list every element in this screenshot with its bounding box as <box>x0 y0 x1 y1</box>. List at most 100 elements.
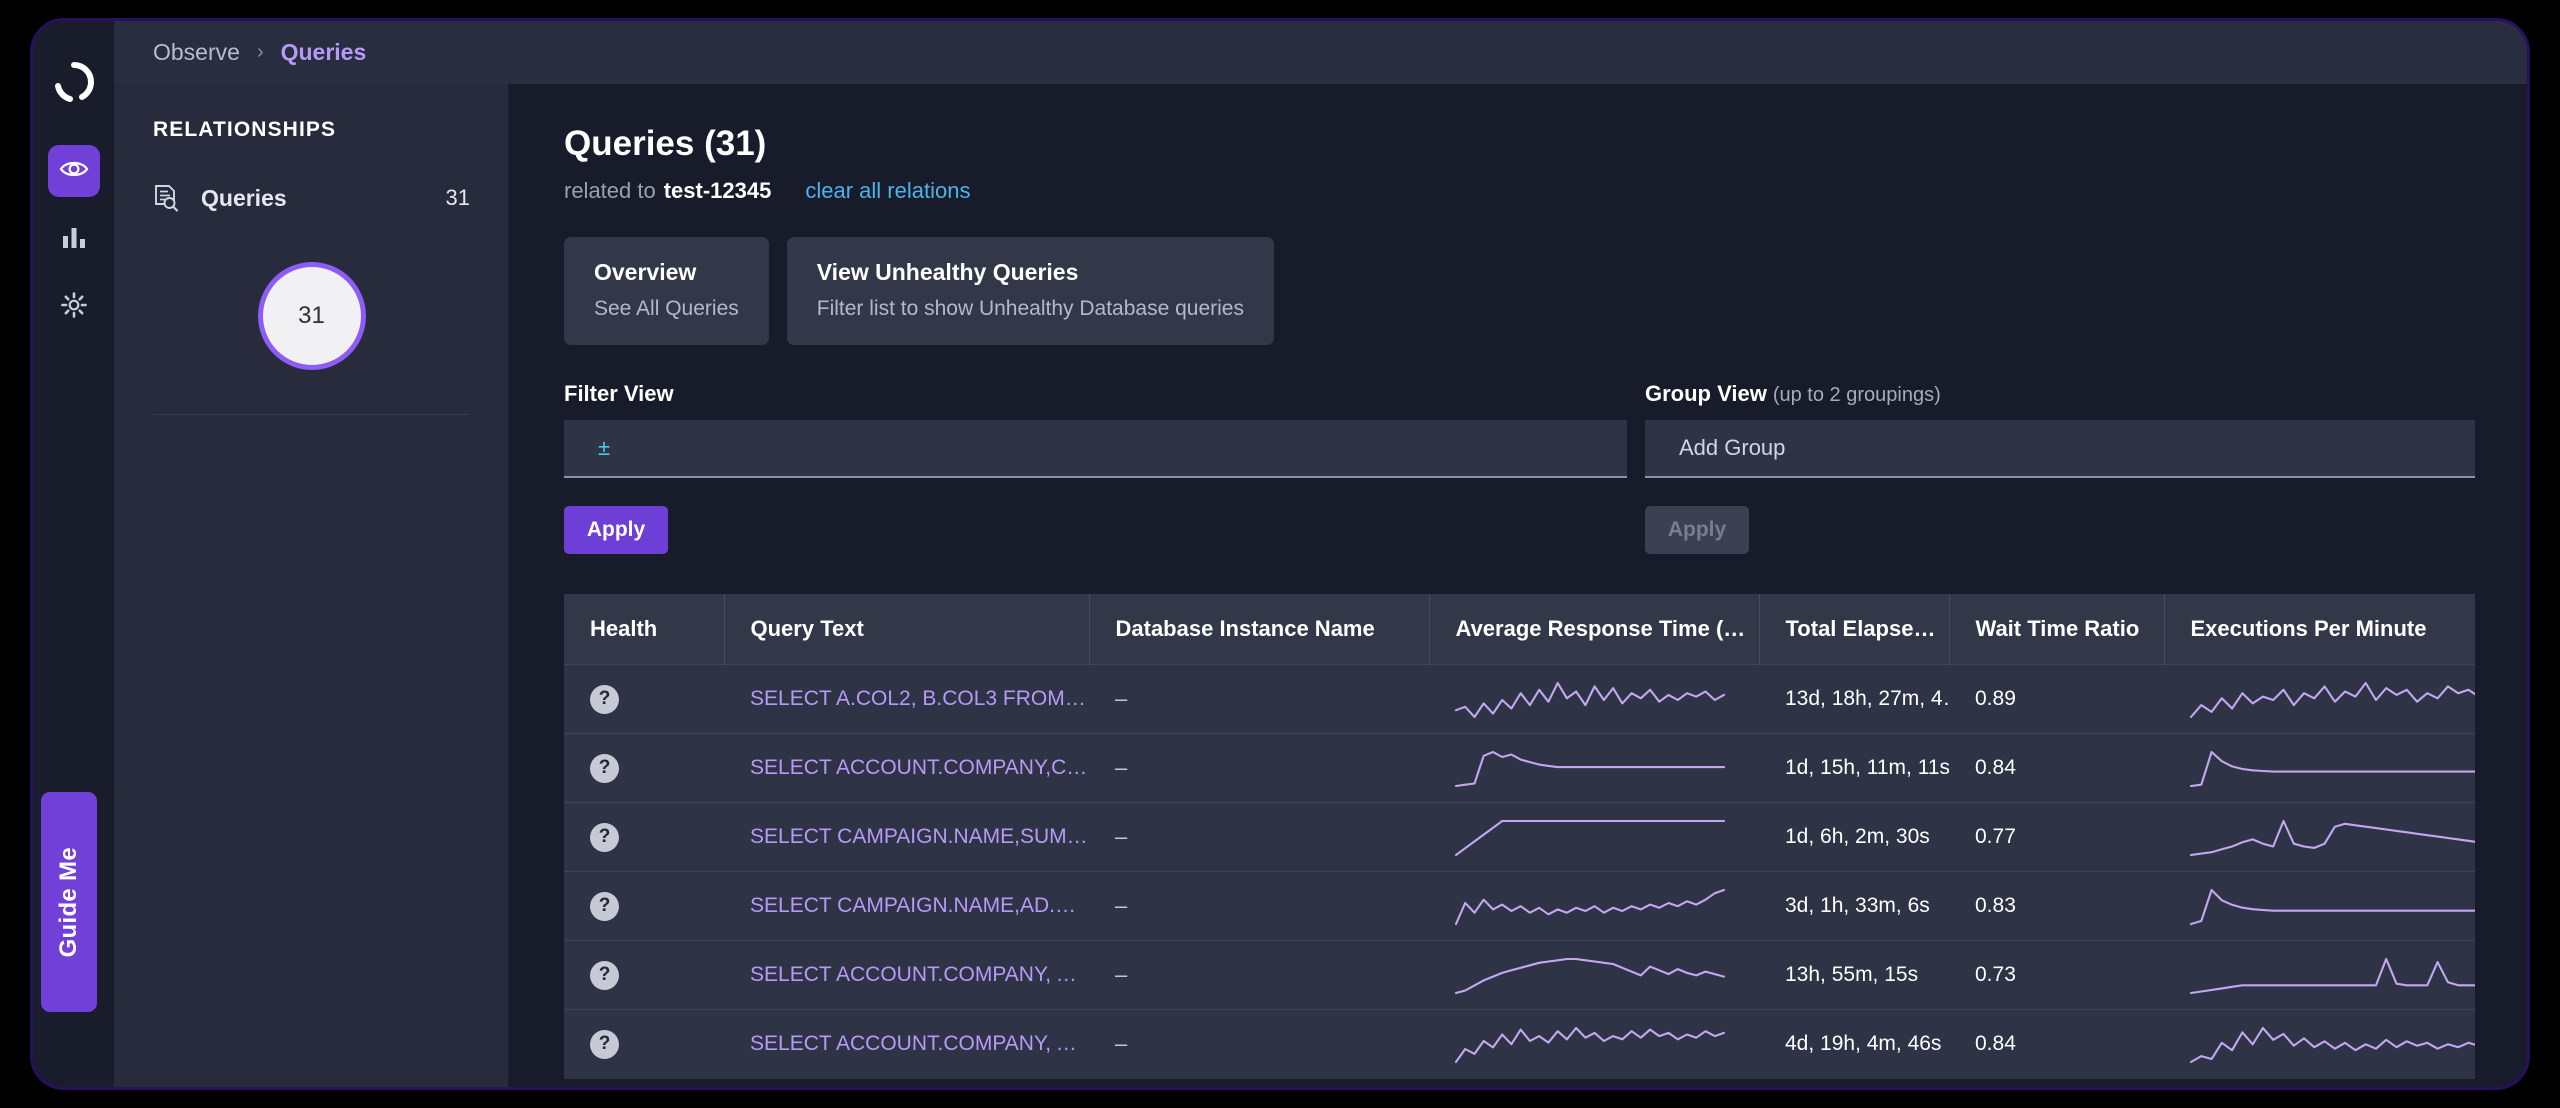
related-prefix: related to <box>564 178 656 203</box>
content-area: RELATIONSHIPS Queries 31 31 Queries (31)… <box>115 84 2527 1087</box>
table-body: ? SELECT A.COL2, B.COL3 FROM … –13d, 18h, … <box>564 664 2475 1079</box>
page-title: Queries (31) <box>564 124 767 163</box>
relationship-item-count: 31 <box>445 185 470 210</box>
cell-db-instance: – <box>1089 940 1429 1010</box>
card-overview-subtitle: See All Queries <box>594 297 739 320</box>
breadcrumb-separator-icon: › <box>256 41 264 63</box>
action-cards: Overview See All Queries View Unhealthy … <box>564 237 2527 345</box>
cell-health: ? <box>564 871 724 941</box>
filter-view-group: Filter View ± Apply <box>564 381 1627 554</box>
cell-total-elapsed: 1d, 6h, 2m, 30s <box>1759 802 1949 872</box>
group-view-input[interactable]: Add Group <box>1645 420 2475 478</box>
relationship-count-badge[interactable]: 31 <box>257 262 366 370</box>
queries-table: Health Query Text Database Instance Name… <box>564 594 2475 1079</box>
relationships-panel: RELATIONSHIPS Queries 31 31 <box>115 84 509 1087</box>
cell-query-text: SELECT ACCOUNT.COMPANY,C… <box>724 733 1089 803</box>
card-unhealthy-queries[interactable]: View Unhealthy Queries Filter list to sh… <box>786 237 1274 345</box>
col-query-text[interactable]: Query Text <box>724 594 1090 665</box>
sidebar-item-observe[interactable] <box>47 145 100 197</box>
cell-wait-ratio: 0.84 <box>1949 733 2164 803</box>
cell-db-instance: – <box>1089 733 1429 803</box>
cell-total-elapsed: 3d, 1h, 33m, 6s <box>1759 871 1949 941</box>
relationship-circle-zone: 31 <box>153 220 470 415</box>
cell-total-elapsed: 4d, 19h, 4m, 46s <box>1759 1009 1949 1079</box>
related-subline: related to test-12345 clear all relation… <box>564 178 2527 204</box>
table-row[interactable]: ? SELECT ACCOUNT.COMPANY,C… – 1d, 15h, 11m,… <box>564 733 2475 803</box>
cell-avg-response-sparkline <box>1429 1009 1759 1079</box>
cell-avg-response-sparkline <box>1429 802 1759 872</box>
col-db-instance[interactable]: Database Instance Name <box>1089 594 1430 665</box>
query-text-link[interactable]: SELECT CAMPAIGN.NAME,SUM… <box>750 825 1089 849</box>
cell-executions-sparkline <box>2164 802 2475 872</box>
cell-health: ? <box>564 733 724 803</box>
col-avg-response[interactable]: Average Response Time (ms) <box>1429 594 1760 665</box>
sidebar-item-metrics[interactable] <box>48 213 100 265</box>
breadcrumb-root[interactable]: Observe <box>153 39 240 66</box>
cell-wait-ratio: 0.84 <box>1949 1009 2164 1079</box>
health-unknown-icon[interactable]: ? <box>590 960 619 990</box>
cell-query-text: SELECT ACCOUNT.COMPANY, A… <box>724 1009 1089 1079</box>
cell-db-instance: – <box>1089 664 1429 734</box>
query-text-link[interactable]: SELECT ACCOUNT.COMPANY, A… <box>750 1032 1089 1056</box>
related-entity: test-12345 <box>663 178 772 203</box>
table-row[interactable]: ? SELECT CAMPAIGN.NAME,AD.N… – 3d, 1h, 33m,… <box>564 871 2475 941</box>
table-row[interactable]: ? SELECT ACCOUNT.COMPANY, A… – 4d, 19h, 4m,… <box>564 1009 2475 1079</box>
card-unhealthy-subtitle: Filter list to show Unhealthy Database q… <box>816 297 1244 320</box>
cell-health: ? <box>564 802 724 872</box>
cell-query-text: SELECT CAMPAIGN.NAME,SUM… <box>724 802 1089 872</box>
table-row[interactable]: ? SELECT A.COL2, B.COL3 FROM … – 13d, 18h, … <box>564 664 2475 734</box>
health-unknown-icon[interactable]: ? <box>590 1029 619 1059</box>
cell-query-text: SELECT CAMPAIGN.NAME,AD.N… <box>724 871 1089 941</box>
clear-all-relations-link[interactable]: clear all relations <box>805 178 970 204</box>
group-view-label-text: Group View <box>1645 381 1767 406</box>
col-health[interactable]: Health <box>564 594 725 665</box>
group-apply-button[interactable]: Apply <box>1645 506 1749 554</box>
cell-executions-sparkline <box>2164 664 2475 734</box>
filter-plus-icon: ± <box>598 435 611 460</box>
cell-wait-ratio: 0.73 <box>1949 940 2164 1010</box>
card-overview[interactable]: Overview See All Queries <box>564 237 769 345</box>
cell-db-instance: – <box>1089 802 1429 872</box>
relationships-title: RELATIONSHIPS <box>153 118 337 141</box>
group-apply-row: Apply <box>1645 506 2475 554</box>
health-unknown-icon[interactable]: ? <box>590 684 619 714</box>
filter-apply-row: Apply <box>564 506 1627 554</box>
table-row[interactable]: ? SELECT ACCOUNT.COMPANY, A… – 13h, 55m, 15… <box>564 940 2475 1010</box>
gear-icon <box>60 291 88 324</box>
cell-db-instance: – <box>1089 871 1429 941</box>
filter-apply-button[interactable]: Apply <box>564 506 668 554</box>
query-text-link[interactable]: SELECT ACCOUNT.COMPANY,C… <box>750 756 1089 780</box>
rail-icon-list <box>33 145 114 333</box>
guide-me-tab[interactable]: Guide Me <box>41 792 97 1012</box>
cell-avg-response-sparkline <box>1429 940 1759 1010</box>
col-total-elapsed[interactable]: Total Elapsed Ti… <box>1759 594 1950 665</box>
card-unhealthy-title: View Unhealthy Queries <box>816 259 1079 285</box>
cell-db-instance: – <box>1089 1009 1429 1079</box>
filter-view-label: Filter View <box>564 381 674 406</box>
sidebar-item-settings[interactable] <box>48 281 100 333</box>
group-view-group: Group View (up to 2 groupings) Add Group … <box>1645 381 2475 554</box>
query-text-link[interactable]: SELECT A.COL2, B.COL3 FROM … <box>750 687 1089 711</box>
col-wait-ratio[interactable]: Wait Time Ratio <box>1949 594 2165 665</box>
cell-total-elapsed: 1d, 15h, 11m, 11s <box>1759 733 1949 803</box>
app-body: Observe › Queries RELATIONSHIPS Queries … <box>115 21 2527 1087</box>
eye-icon <box>59 154 89 189</box>
bar-chart-icon <box>60 223 88 256</box>
guide-me-label: Guide Me <box>55 846 82 958</box>
table-row[interactable]: ? SELECT CAMPAIGN.NAME,SUM… – 1d, 6h, 2m, 3… <box>564 802 2475 872</box>
filter-controls: Filter View ± Apply Group View (up to 2 g… <box>564 381 2527 554</box>
col-executions[interactable]: Executions Per Minute <box>2164 594 2475 665</box>
breadcrumb-current[interactable]: Queries <box>281 39 367 66</box>
cell-executions-sparkline <box>2164 1009 2475 1079</box>
relationship-item-queries[interactable]: Queries 31 <box>115 176 508 220</box>
cell-executions-sparkline <box>2164 871 2475 941</box>
health-unknown-icon[interactable]: ? <box>590 891 619 921</box>
main-panel: Queries (31) related to test-12345 clear… <box>509 84 2527 1087</box>
add-group-placeholder: Add Group <box>1679 435 1786 460</box>
cell-health: ? <box>564 940 724 1010</box>
health-unknown-icon[interactable]: ? <box>590 753 619 783</box>
query-text-link[interactable]: SELECT CAMPAIGN.NAME,AD.N… <box>750 894 1089 918</box>
query-text-link[interactable]: SELECT ACCOUNT.COMPANY, A… <box>750 963 1089 987</box>
filter-view-input[interactable]: ± <box>564 420 1627 478</box>
health-unknown-icon[interactable]: ? <box>590 822 619 852</box>
